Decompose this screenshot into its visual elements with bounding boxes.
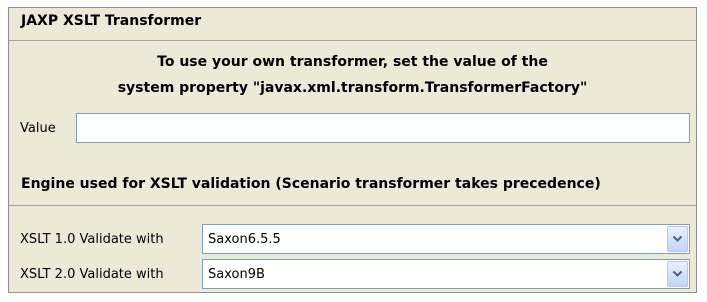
engine-divider xyxy=(9,205,696,206)
title-divider xyxy=(9,40,696,41)
xslt1-selected-value: Saxon6.5.5 xyxy=(208,232,281,247)
value-label: Value xyxy=(20,121,56,136)
xslt1-validate-label: XSLT 1.0 Validate with xyxy=(20,232,164,247)
jaxp-settings-panel: JAXP XSLT Transformer To use your own tr… xyxy=(8,7,697,293)
xslt2-validate-label: XSLT 2.0 Validate with xyxy=(20,267,164,282)
xslt2-validate-select[interactable]: Saxon9B xyxy=(202,259,690,289)
instruction-text-line1: To use your own transformer, set the val… xyxy=(157,54,548,70)
value-input[interactable] xyxy=(76,113,690,143)
chevron-down-icon[interactable] xyxy=(667,226,688,252)
instruction-text-line2: system property "javax.xml.transform.Tra… xyxy=(117,80,588,96)
chevron-down-icon[interactable] xyxy=(667,261,688,287)
xslt2-selected-value: Saxon9B xyxy=(208,267,265,282)
section-title: JAXP XSLT Transformer xyxy=(21,13,202,29)
engine-section-title: Engine used for XSLT validation (Scenari… xyxy=(21,176,601,192)
xslt1-validate-select[interactable]: Saxon6.5.5 xyxy=(202,224,690,254)
